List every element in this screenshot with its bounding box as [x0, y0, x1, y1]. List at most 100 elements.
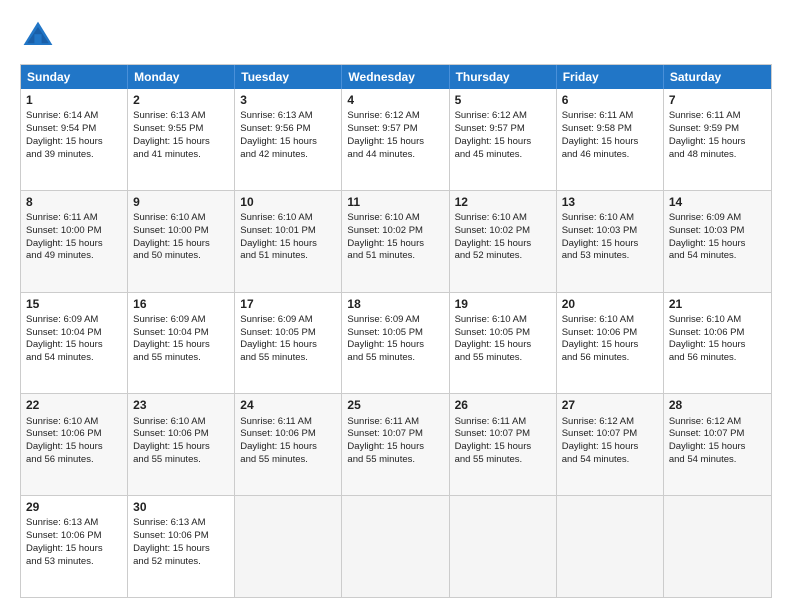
- day-number: 23: [133, 397, 229, 413]
- day-info-line: Sunrise: 6:09 AM: [133, 314, 229, 327]
- day-cell-5: 5Sunrise: 6:12 AMSunset: 9:57 PMDaylight…: [450, 89, 557, 190]
- day-info-line: Sunrise: 6:12 AM: [669, 416, 766, 429]
- day-info-line: Sunset: 9:56 PM: [240, 123, 336, 136]
- day-number: 15: [26, 296, 122, 312]
- day-info-line: Sunset: 10:06 PM: [562, 327, 658, 340]
- day-cell-28: 28Sunrise: 6:12 AMSunset: 10:07 PMDaylig…: [664, 394, 771, 495]
- day-info-line: and 54 minutes.: [562, 454, 658, 467]
- day-info-line: Daylight: 15 hours: [240, 441, 336, 454]
- day-info-line: Daylight: 15 hours: [133, 339, 229, 352]
- day-cell-21: 21Sunrise: 6:10 AMSunset: 10:06 PMDaylig…: [664, 293, 771, 394]
- day-info-line: Sunrise: 6:11 AM: [669, 110, 766, 123]
- day-info-line: Daylight: 15 hours: [669, 238, 766, 251]
- empty-cell: [342, 496, 449, 597]
- calendar-row-3: 15Sunrise: 6:09 AMSunset: 10:04 PMDaylig…: [21, 292, 771, 394]
- day-info-line: Daylight: 15 hours: [347, 136, 443, 149]
- day-info-line: Sunrise: 6:12 AM: [562, 416, 658, 429]
- day-info-line: and 50 minutes.: [133, 250, 229, 263]
- day-info-line: Sunrise: 6:09 AM: [26, 314, 122, 327]
- day-info-line: Sunrise: 6:11 AM: [455, 416, 551, 429]
- day-info-line: Sunset: 10:03 PM: [562, 225, 658, 238]
- day-cell-9: 9Sunrise: 6:10 AMSunset: 10:00 PMDayligh…: [128, 191, 235, 292]
- day-info-line: Daylight: 15 hours: [347, 339, 443, 352]
- day-info-line: Sunset: 10:05 PM: [455, 327, 551, 340]
- day-number: 11: [347, 194, 443, 210]
- header: [20, 18, 772, 54]
- day-info-line: Daylight: 15 hours: [669, 136, 766, 149]
- day-cell-22: 22Sunrise: 6:10 AMSunset: 10:06 PMDaylig…: [21, 394, 128, 495]
- day-info-line: Daylight: 15 hours: [347, 441, 443, 454]
- day-info-line: Daylight: 15 hours: [562, 136, 658, 149]
- day-cell-25: 25Sunrise: 6:11 AMSunset: 10:07 PMDaylig…: [342, 394, 449, 495]
- day-number: 19: [455, 296, 551, 312]
- day-info-line: Daylight: 15 hours: [347, 238, 443, 251]
- day-info-line: Sunrise: 6:09 AM: [347, 314, 443, 327]
- day-cell-30: 30Sunrise: 6:13 AMSunset: 10:06 PMDaylig…: [128, 496, 235, 597]
- day-info-line: Sunset: 10:04 PM: [26, 327, 122, 340]
- day-info-line: Sunrise: 6:10 AM: [562, 212, 658, 225]
- day-info-line: Daylight: 15 hours: [26, 339, 122, 352]
- day-cell-1: 1Sunrise: 6:14 AMSunset: 9:54 PMDaylight…: [21, 89, 128, 190]
- header-day-wednesday: Wednesday: [342, 65, 449, 89]
- day-info-line: and 44 minutes.: [347, 149, 443, 162]
- day-number: 30: [133, 499, 229, 515]
- day-info-line: Daylight: 15 hours: [240, 339, 336, 352]
- day-number: 10: [240, 194, 336, 210]
- day-number: 27: [562, 397, 658, 413]
- day-info-line: Daylight: 15 hours: [455, 136, 551, 149]
- day-info-line: Sunset: 10:06 PM: [26, 428, 122, 441]
- day-cell-19: 19Sunrise: 6:10 AMSunset: 10:05 PMDaylig…: [450, 293, 557, 394]
- day-info-line: Sunrise: 6:09 AM: [669, 212, 766, 225]
- day-info-line: Sunrise: 6:10 AM: [562, 314, 658, 327]
- day-cell-7: 7Sunrise: 6:11 AMSunset: 9:59 PMDaylight…: [664, 89, 771, 190]
- day-info-line: Sunrise: 6:10 AM: [133, 416, 229, 429]
- day-number: 26: [455, 397, 551, 413]
- day-info-line: Daylight: 15 hours: [562, 339, 658, 352]
- day-number: 24: [240, 397, 336, 413]
- day-info-line: and 48 minutes.: [669, 149, 766, 162]
- day-cell-18: 18Sunrise: 6:09 AMSunset: 10:05 PMDaylig…: [342, 293, 449, 394]
- calendar-header: SundayMondayTuesdayWednesdayThursdayFrid…: [21, 65, 771, 89]
- day-info-line: and 52 minutes.: [133, 556, 229, 569]
- day-info-line: Sunrise: 6:10 AM: [455, 212, 551, 225]
- day-info-line: Daylight: 15 hours: [133, 136, 229, 149]
- day-info-line: Daylight: 15 hours: [669, 339, 766, 352]
- calendar-row-5: 29Sunrise: 6:13 AMSunset: 10:06 PMDaylig…: [21, 495, 771, 597]
- day-info-line: Daylight: 15 hours: [26, 543, 122, 556]
- day-info-line: Sunrise: 6:11 AM: [240, 416, 336, 429]
- header-day-sunday: Sunday: [21, 65, 128, 89]
- day-info-line: and 54 minutes.: [26, 352, 122, 365]
- day-number: 3: [240, 92, 336, 108]
- day-info-line: Sunrise: 6:11 AM: [562, 110, 658, 123]
- day-info-line: Daylight: 15 hours: [133, 543, 229, 556]
- day-info-line: and 42 minutes.: [240, 149, 336, 162]
- day-number: 17: [240, 296, 336, 312]
- day-info-line: Sunrise: 6:12 AM: [347, 110, 443, 123]
- day-info-line: and 55 minutes.: [240, 454, 336, 467]
- day-info-line: Sunset: 10:06 PM: [26, 530, 122, 543]
- day-info-line: and 56 minutes.: [26, 454, 122, 467]
- day-info-line: Sunrise: 6:14 AM: [26, 110, 122, 123]
- day-info-line: Daylight: 15 hours: [240, 136, 336, 149]
- day-info-line: Sunrise: 6:11 AM: [347, 416, 443, 429]
- day-number: 18: [347, 296, 443, 312]
- day-info-line: Sunset: 10:06 PM: [133, 428, 229, 441]
- day-info-line: and 41 minutes.: [133, 149, 229, 162]
- day-cell-2: 2Sunrise: 6:13 AMSunset: 9:55 PMDaylight…: [128, 89, 235, 190]
- day-number: 13: [562, 194, 658, 210]
- day-info-line: and 45 minutes.: [455, 149, 551, 162]
- day-info-line: Sunset: 10:00 PM: [133, 225, 229, 238]
- day-info-line: and 39 minutes.: [26, 149, 122, 162]
- day-info-line: Sunset: 10:07 PM: [455, 428, 551, 441]
- day-info-line: Sunset: 9:55 PM: [133, 123, 229, 136]
- day-info-line: and 54 minutes.: [669, 454, 766, 467]
- header-day-monday: Monday: [128, 65, 235, 89]
- day-number: 2: [133, 92, 229, 108]
- day-info-line: Sunset: 9:54 PM: [26, 123, 122, 136]
- empty-cell: [450, 496, 557, 597]
- day-info-line: and 46 minutes.: [562, 149, 658, 162]
- day-info-line: Sunrise: 6:10 AM: [240, 212, 336, 225]
- day-info-line: Sunset: 10:01 PM: [240, 225, 336, 238]
- day-info-line: Daylight: 15 hours: [133, 441, 229, 454]
- logo: [20, 18, 62, 54]
